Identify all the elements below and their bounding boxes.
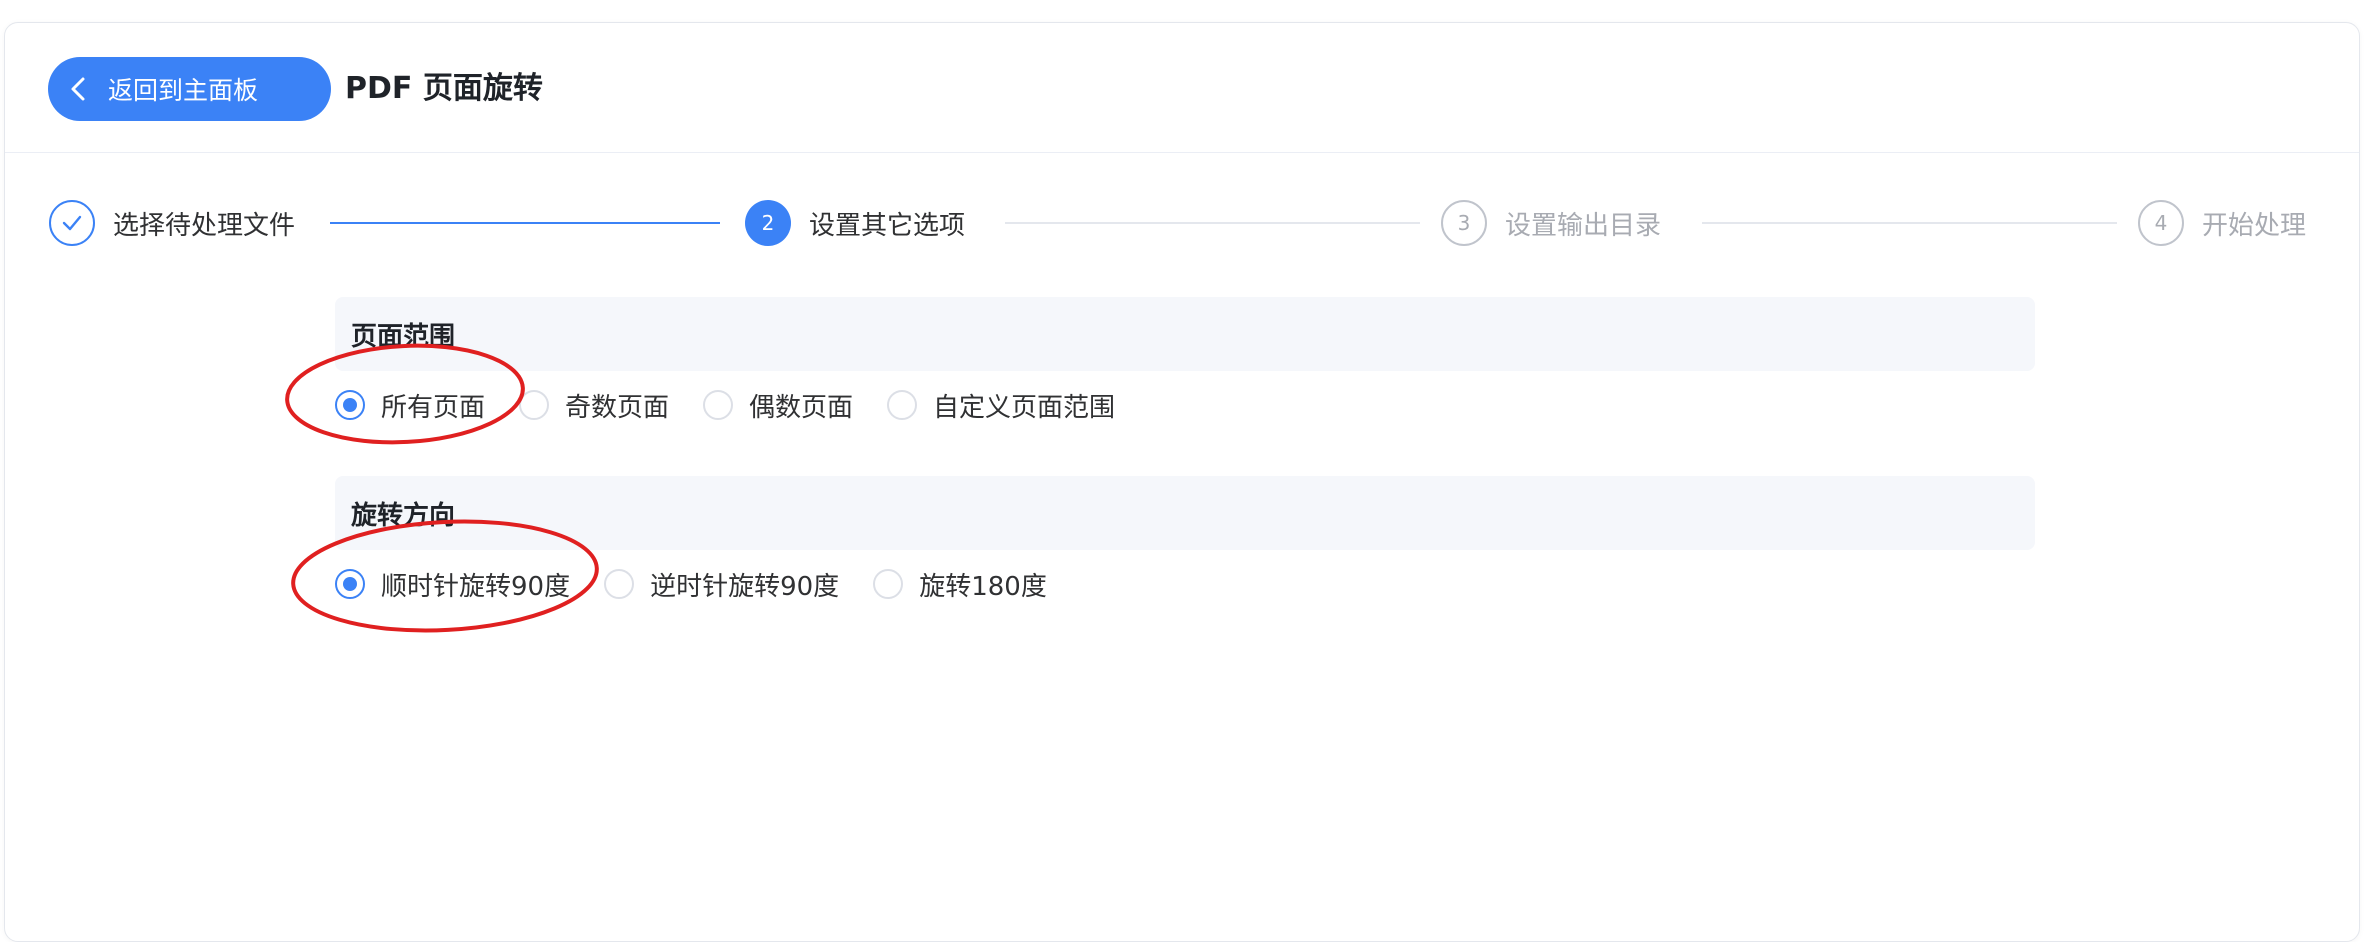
- step-2: 2 设置其它选项: [745, 198, 965, 248]
- back-to-dashboard-button[interactable]: 返回到主面板: [48, 57, 331, 121]
- step-connector-2: [1005, 222, 1420, 224]
- step-connector-1: [330, 222, 720, 224]
- page-range-options: 所有页面 奇数页面 偶数页面 自定义页面范围: [335, 375, 1149, 435]
- step-4-label: 开始处理: [2202, 210, 2307, 241]
- radio-label: 顺时针旋转90度: [381, 571, 571, 602]
- radio-label: 旋转180度: [919, 571, 1047, 602]
- radio-counterclockwise-90[interactable]: 逆时针旋转90度: [604, 566, 839, 603]
- page-title: PDF 页面旋转: [345, 71, 543, 106]
- radio-indicator: [887, 390, 918, 420]
- step-connector-3: [1702, 222, 2117, 224]
- radio-all-pages[interactable]: 所有页面: [335, 387, 485, 424]
- back-button-label: 返回到主面板: [108, 76, 259, 105]
- header: 返回到主面板 PDF 页面旋转: [5, 23, 2359, 153]
- radio-label: 奇数页面: [565, 392, 670, 423]
- step-3: 3 设置输出目录: [1441, 198, 1661, 248]
- radio-label: 自定义页面范围: [933, 392, 1116, 423]
- rotation-options: 顺时针旋转90度 逆时针旋转90度 旋转180度: [335, 554, 1081, 614]
- main-panel: 返回到主面板 PDF 页面旋转 选择待处理文件 2 设置其它选项 3 设置输出目…: [4, 22, 2360, 942]
- radio-even-pages[interactable]: 偶数页面: [703, 387, 853, 424]
- radio-label: 逆时针旋转90度: [650, 571, 840, 602]
- radio-clockwise-90[interactable]: 顺时针旋转90度: [335, 566, 570, 603]
- check-icon: [49, 200, 95, 246]
- radio-label: 偶数页面: [749, 392, 854, 423]
- step-1-label: 选择待处理文件: [113, 210, 296, 241]
- page: 返回到主面板 PDF 页面旋转 选择待处理文件 2 设置其它选项 3 设置输出目…: [0, 0, 2366, 942]
- steps-bar: 选择待处理文件 2 设置其它选项 3 设置输出目录 4 开始处理: [5, 198, 2359, 258]
- radio-indicator: [873, 569, 904, 599]
- radio-indicator: [703, 390, 734, 420]
- radio-rotate-180[interactable]: 旋转180度: [873, 566, 1047, 603]
- step-2-number: 2: [745, 200, 791, 246]
- step-3-label: 设置输出目录: [1505, 210, 1662, 241]
- radio-label: 所有页面: [381, 392, 486, 423]
- chevron-left-icon: [48, 57, 108, 121]
- page-range-heading: 页面范围: [335, 297, 2035, 371]
- radio-custom-range[interactable]: 自定义页面范围: [887, 387, 1115, 424]
- step-4: 4 开始处理: [2138, 198, 2306, 248]
- step-1: 选择待处理文件: [49, 198, 295, 248]
- radio-indicator: [519, 390, 550, 420]
- radio-indicator: [335, 569, 365, 599]
- rotation-heading: 旋转方向: [335, 476, 2035, 550]
- step-3-number: 3: [1441, 200, 1487, 246]
- step-4-number: 4: [2138, 200, 2184, 246]
- step-2-label: 设置其它选项: [809, 210, 966, 241]
- radio-odd-pages[interactable]: 奇数页面: [519, 387, 669, 424]
- radio-indicator: [604, 569, 635, 599]
- radio-indicator: [335, 390, 365, 420]
